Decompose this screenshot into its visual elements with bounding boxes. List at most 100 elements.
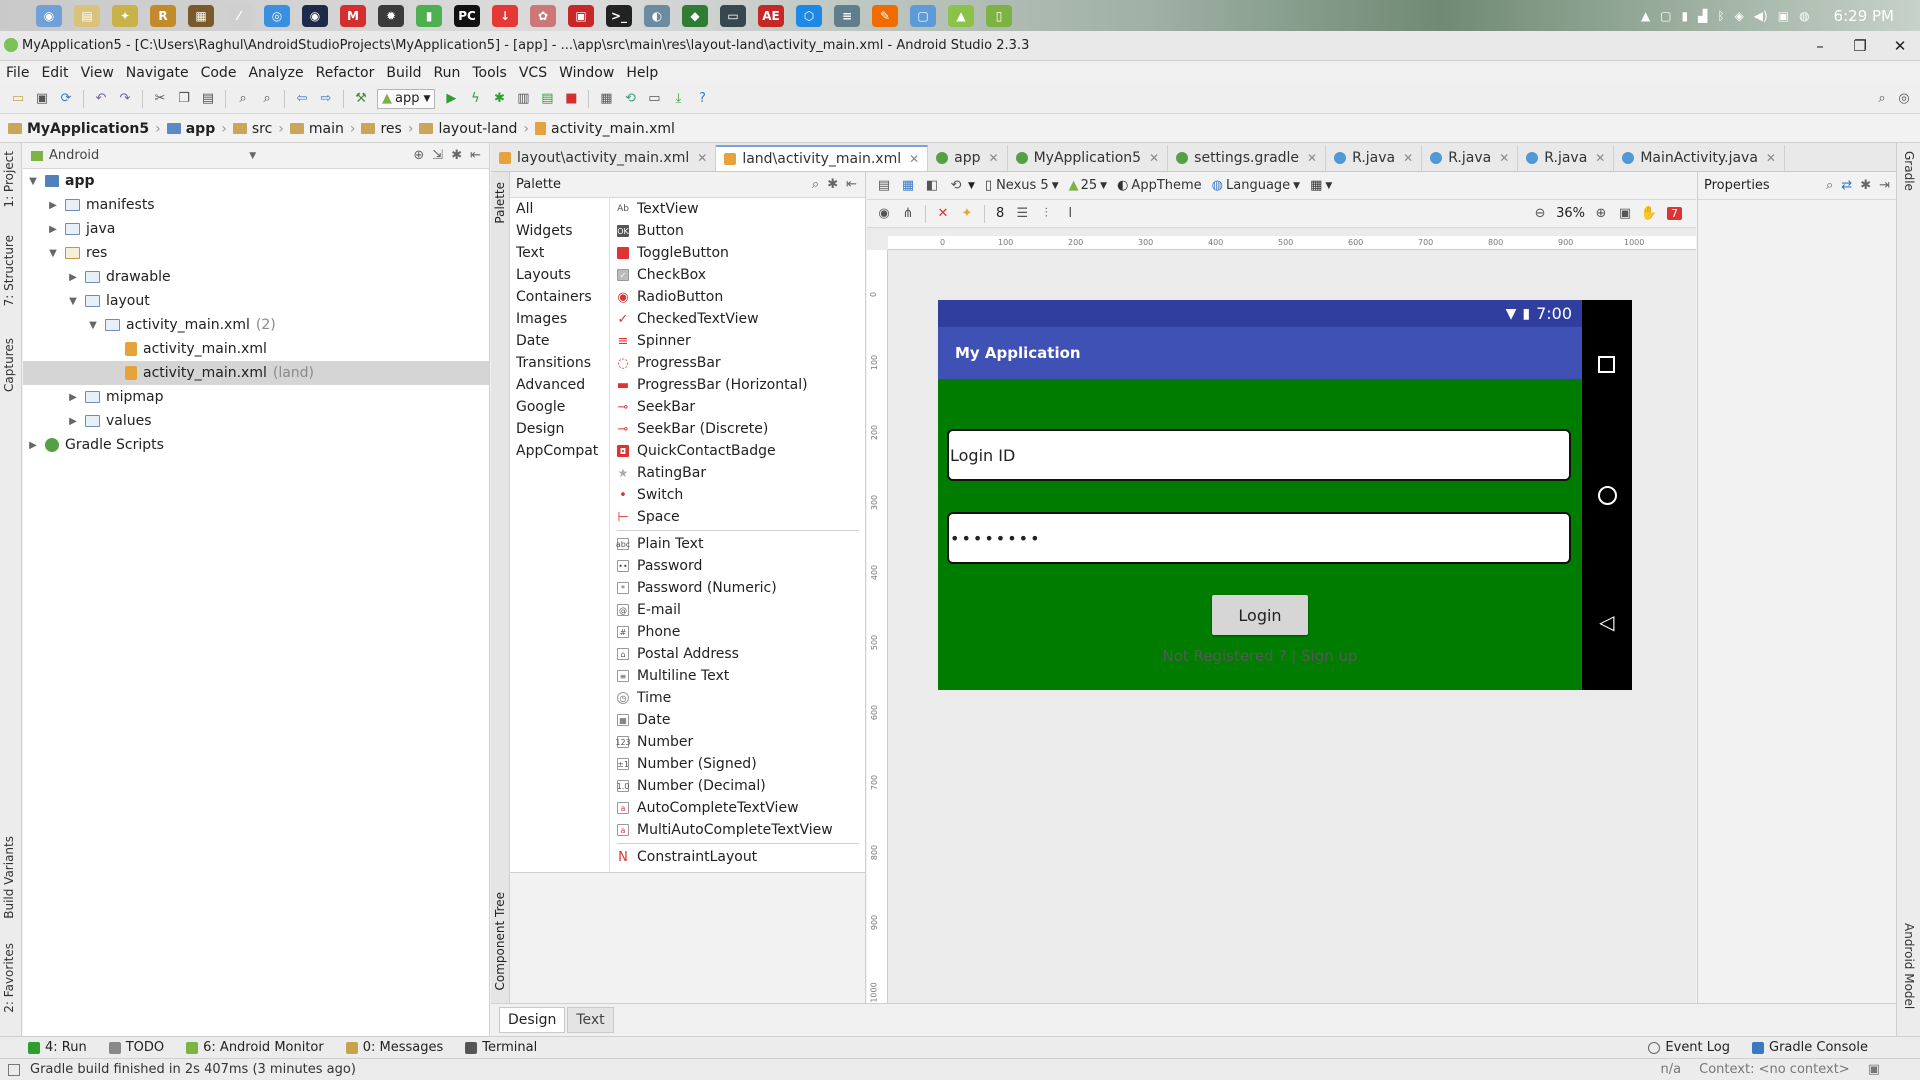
gear-icon[interactable]: ✱ [827, 177, 838, 192]
run-icon[interactable]: ▶ [442, 90, 460, 108]
tree-item-activity-main-group[interactable]: ▼ activity_main.xml (2) [23, 313, 489, 337]
login-id-field[interactable]: Login ID [947, 429, 1571, 481]
tab-captures[interactable]: Captures [2, 338, 16, 392]
attach-debugger-icon[interactable]: ▤ [538, 90, 556, 108]
palette-item-checkbox[interactable]: ✓ CheckBox [611, 264, 865, 286]
window-tray-icon[interactable]: ▢ [1660, 9, 1671, 23]
tree-item-java[interactable]: ▶ java [23, 217, 489, 241]
steam-icon[interactable]: ◉ [302, 4, 328, 27]
app-icon-11[interactable]: ◆ [682, 4, 708, 27]
palette-category-google[interactable]: Google [510, 396, 609, 418]
app-icon-17[interactable]: ▯ [986, 4, 1012, 27]
tool-android-monitor[interactable]: 6: Android Monitor [186, 1040, 324, 1055]
undo-icon[interactable]: ↶ [92, 90, 110, 108]
palette-item-quickcontactbadge[interactable]: ◘ QuickContactBadge [611, 440, 865, 462]
tool-messages[interactable]: 0: Messages [345, 1040, 443, 1055]
menu-edit[interactable]: Edit [41, 65, 68, 81]
close-tab-icon[interactable]: ✕ [1499, 151, 1509, 165]
menu-tools[interactable]: Tools [472, 65, 507, 81]
language-select[interactable]: ◍ Language ▼ [1212, 178, 1300, 193]
palette-item-radiobutton[interactable]: ◉ RadioButton [611, 286, 865, 308]
palette-item-switch[interactable]: • Switch [611, 484, 865, 506]
palette-category-images[interactable]: Images [510, 308, 609, 330]
editor-tab-land-activity-main[interactable]: land\activity_main.xml ✕ [716, 145, 929, 171]
app-icon-13[interactable]: AE [758, 4, 784, 27]
pan-icon[interactable]: ✋ [1640, 205, 1658, 223]
breadcrumb-app[interactable]: app [166, 121, 215, 137]
tree-item-gradle-scripts[interactable]: ▶ Gradle Scripts [23, 433, 489, 457]
zoom-to-fit-icon[interactable]: ▣ [1616, 205, 1634, 223]
tool-event-log[interactable]: Event Log [1648, 1040, 1730, 1055]
close-tab-icon[interactable]: ✕ [697, 151, 707, 165]
app-icon-7[interactable]: ▮ [416, 4, 442, 27]
palette-item-space[interactable]: ⊢ Space [611, 506, 865, 528]
database-app-icon[interactable]: ≡ [834, 4, 860, 27]
menu-view[interactable]: View [81, 65, 114, 81]
palette-item-number-decimal[interactable]: 1.0 Number (Decimal) [611, 775, 865, 797]
palette-category-transitions[interactable]: Transitions [510, 352, 609, 374]
lock-icon[interactable]: ▣ [1868, 1062, 1880, 1077]
gear-app-icon[interactable]: ✹ [378, 4, 404, 27]
login-button[interactable]: Login [1212, 595, 1308, 635]
close-tab-icon[interactable]: ✕ [1149, 151, 1159, 165]
menu-refactor[interactable]: Refactor [316, 65, 375, 81]
editor-tab-settings-gradle[interactable]: settings.gradle ✕ [1168, 145, 1327, 171]
close-button[interactable]: ✕ [1880, 31, 1920, 61]
app-icon-1[interactable]: ✦ [112, 4, 138, 27]
search-icon[interactable]: ⌕ [812, 177, 819, 192]
hide-panel-icon[interactable]: ⇤ [470, 148, 481, 163]
redo-icon[interactable]: ↷ [116, 90, 134, 108]
app-icon-9[interactable]: ▣ [568, 4, 594, 27]
app-icon-15[interactable]: ✎ [872, 4, 898, 27]
palette-item-multiautocompletetextview[interactable]: a MultiAutoCompleteTextView [611, 819, 865, 841]
collapse-all-icon[interactable]: ⇲ [432, 148, 443, 163]
close-tab-icon[interactable]: ✕ [989, 151, 999, 165]
palette-item-email[interactable]: @ E-mail [611, 599, 865, 621]
gear-icon[interactable]: ✱ [451, 148, 462, 163]
tree-item-layout[interactable]: ▼ layout [23, 289, 489, 313]
breadcrumb-res[interactable]: res [361, 121, 402, 137]
close-tab-icon[interactable]: ✕ [1403, 151, 1413, 165]
tool-terminal[interactable]: Terminal [465, 1040, 537, 1055]
open-folder-icon[interactable]: ▭ [9, 90, 27, 108]
menu-help[interactable]: Help [626, 65, 658, 81]
tab-text[interactable]: Text [567, 1007, 614, 1033]
breadcrumb-project[interactable]: MyApplication5 [8, 121, 149, 137]
tree-item-drawable[interactable]: ▶ drawable [23, 265, 489, 289]
tab-project[interactable]: 1: Project [2, 151, 16, 208]
toggle-tool-windows-icon[interactable] [8, 1063, 20, 1076]
avd-manager-icon[interactable]: ▦ [597, 90, 615, 108]
sdk-manager-icon[interactable]: ⤓ [669, 90, 687, 108]
editor-tab-r-java-3[interactable]: R.java ✕ [1518, 145, 1615, 171]
back-icon[interactable]: ⇦ [293, 90, 311, 108]
sync-icon[interactable]: ⟳ [57, 90, 75, 108]
palette-item-number[interactable]: 123 Number [611, 731, 865, 753]
bluetooth-icon[interactable]: ᛒ [1717, 9, 1724, 23]
download-app-icon[interactable]: ↓ [492, 4, 518, 27]
tree-item-app[interactable]: ▼ app [23, 169, 489, 193]
palette-category-layouts[interactable]: Layouts [510, 264, 609, 286]
swap-icon[interactable]: ⇄ [1841, 178, 1852, 193]
autoconnect-icon[interactable]: ⋔ [899, 205, 917, 223]
show-constraints-icon[interactable]: ◉ [875, 205, 893, 223]
signup-link[interactable]: Not Registered ? | Sign up [938, 647, 1582, 665]
tree-item-res[interactable]: ▼ res [23, 241, 489, 265]
default-margin[interactable]: 8 [996, 206, 1004, 221]
both-mode-icon[interactable]: ◧ [923, 177, 941, 195]
menu-code[interactable]: Code [201, 65, 237, 81]
android-studio-app-icon[interactable]: ▲ [948, 4, 974, 27]
tab-component-tree[interactable]: Component Tree [493, 892, 507, 990]
app-icon-12[interactable]: ▭ [720, 4, 746, 27]
finder-app-icon[interactable]: ◉ [36, 4, 62, 27]
palette-category-appcompat[interactable]: AppCompat [510, 440, 609, 462]
palette-item-spinner[interactable]: ≡ Spinner [611, 330, 865, 352]
editor-tab-mainactivity-java[interactable]: MainActivity.java ✕ [1614, 145, 1785, 171]
project-structure-icon[interactable]: ▭ [645, 90, 663, 108]
maximize-button[interactable]: ❐ [1840, 31, 1880, 61]
minimize-button[interactable]: – [1800, 31, 1840, 61]
system-clock[interactable]: 6:29 PM [1834, 7, 1894, 25]
editor-tab-myapplication5[interactable]: MyApplication5 ✕ [1008, 145, 1169, 171]
terminal-app-icon[interactable]: >_ [606, 4, 632, 27]
home-icon[interactable] [1598, 486, 1617, 505]
palette-item-postal-address[interactable]: ⌂ Postal Address [611, 643, 865, 665]
